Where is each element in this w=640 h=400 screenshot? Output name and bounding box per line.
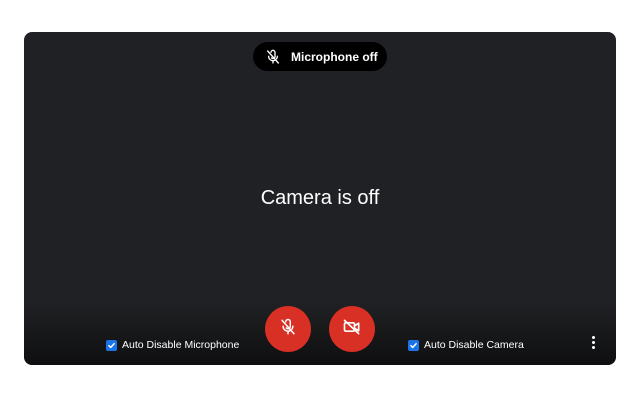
microphone-status-label: Microphone off <box>291 49 378 64</box>
more-vertical-icon-dot <box>591 345 595 349</box>
more-vertical-icon <box>591 335 595 339</box>
camera-status-text: Camera is off <box>260 187 380 209</box>
auto-disable-camera-label: Auto Disable Camera <box>424 339 524 351</box>
microphone-status-pill: Microphone off <box>253 42 387 71</box>
controls-gradient <box>24 301 616 365</box>
video-preview-panel: Microphone off Camera is off Auto Disabl… <box>24 32 616 365</box>
more-options-button[interactable] <box>585 333 601 351</box>
auto-disable-microphone-checkbox[interactable] <box>106 339 117 351</box>
more-vertical-icon-dot <box>591 340 595 344</box>
auto-disable-camera-option[interactable]: Auto Disable Camera <box>408 339 524 351</box>
auto-disable-microphone-label: Auto Disable Microphone <box>122 339 240 351</box>
microphone-off-icon <box>279 318 297 341</box>
camera-toggle-button[interactable] <box>329 306 375 352</box>
checkmark-icon <box>410 342 417 348</box>
microphone-off-icon <box>265 49 281 65</box>
microphone-toggle-button[interactable] <box>265 306 311 352</box>
checkmark-icon <box>108 342 115 348</box>
camera-off-icon <box>342 317 362 342</box>
auto-disable-microphone-option[interactable]: Auto Disable Microphone <box>106 339 239 351</box>
auto-disable-camera-checkbox[interactable] <box>408 339 419 351</box>
